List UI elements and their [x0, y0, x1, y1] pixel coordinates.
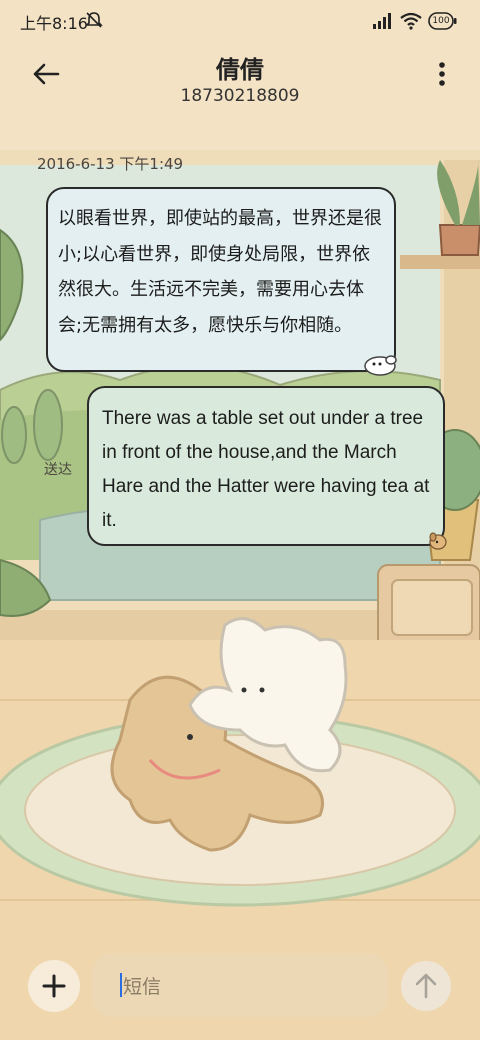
add-attachment-button[interactable]: [28, 960, 80, 1012]
plus-icon: [42, 974, 66, 998]
outgoing-message-bubble[interactable]: There was a table set out under a tree i…: [87, 386, 445, 546]
more-options-button[interactable]: [432, 54, 452, 94]
status-icons: 100: [372, 10, 458, 32]
incoming-message-bubble[interactable]: 以眼看世界，即使站的最高，世界还是很小;以心看世界，即使身处局限，世界依然很大。…: [46, 187, 396, 372]
outgoing-message-text: There was a table set out under a tree i…: [102, 408, 430, 531]
puppy-sticker-icon: [364, 355, 397, 376]
message-input-placeholder: 短信: [123, 975, 162, 998]
message-input[interactable]: 短信: [92, 953, 388, 1017]
text-cursor: [120, 973, 122, 997]
contact-number: 18730218809: [180, 86, 300, 106]
signal-icon: [373, 13, 391, 29]
more-vertical-icon: [439, 62, 445, 86]
wifi-icon: [400, 12, 422, 30]
battery-icon: 100: [428, 11, 458, 31]
conversation-header: 倩倩 18730218809: [0, 42, 480, 120]
message-timestamp: 2016-6-13 下午1:49: [37, 155, 184, 173]
puppy-sticker-icon: [429, 532, 447, 550]
delivery-status: 送达: [44, 462, 72, 478]
battery-level: 100: [432, 16, 450, 26]
contact-name[interactable]: 倩倩: [0, 50, 480, 85]
arrow-up-icon: [415, 973, 437, 999]
status-bar: 上午8:16 100: [0, 0, 480, 42]
send-button[interactable]: [401, 961, 451, 1011]
incoming-message-text: 以眼看世界，即使站的最高，世界还是很小;以心看世界，即使身处局限，世界依然很大。…: [58, 208, 382, 336]
status-time: 上午8:16: [20, 14, 88, 33]
mute-icon: [85, 12, 103, 28]
